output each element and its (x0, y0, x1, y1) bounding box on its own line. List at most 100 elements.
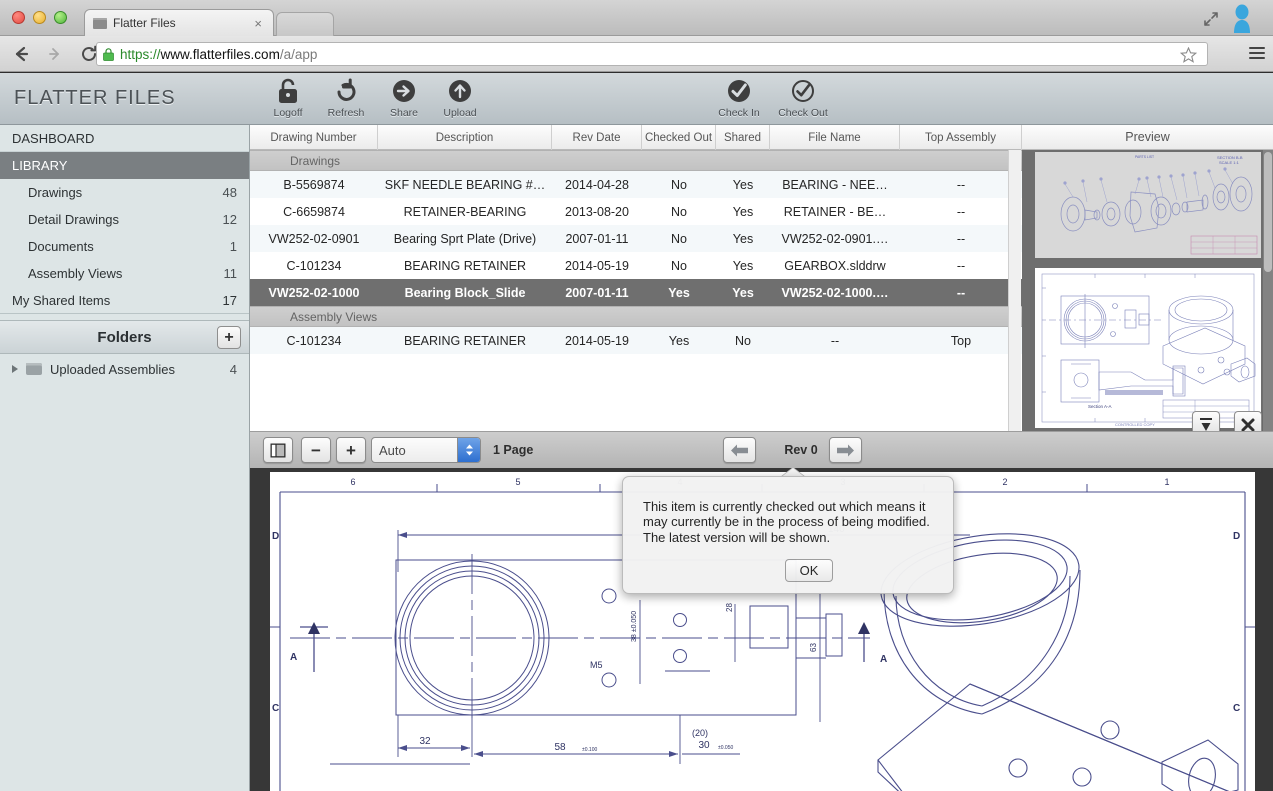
forward-arrow-icon[interactable] (42, 41, 68, 67)
cell-shared: No (735, 333, 751, 348)
sidebar-item-dashboard[interactable]: DASHBOARD (0, 125, 249, 152)
table-group-header: Drawings (250, 150, 1022, 171)
zoom-level-value: Auto (379, 442, 406, 458)
column-header-file-name[interactable]: File Name (770, 125, 900, 150)
window-close-button[interactable] (12, 11, 25, 24)
preview-thumbnail-1[interactable]: SECTION B-B SCALE 1:1 PARTS LIST (1035, 152, 1261, 258)
toolbar-checkout-label: Check Out (778, 107, 828, 119)
cell-shared: Yes (732, 258, 754, 273)
sidebar-item-documents[interactable]: Documents 1 (0, 233, 249, 260)
sidebar-toggle-icon (270, 443, 286, 457)
cell-shared: Yes (732, 204, 754, 219)
tab-title: Flatter Files (113, 16, 176, 30)
preview-panel: Preview SECTION B-B SCALE 1:1 PARTS LIST… (1022, 125, 1273, 431)
cell-top-assembly: -- (956, 258, 966, 273)
section-label: A (290, 652, 297, 663)
sidebar-item-count: 48 (222, 185, 237, 200)
table-vertical-scrollbar[interactable] (1008, 150, 1021, 431)
padlock-icon (257, 77, 319, 105)
section-label: A (880, 654, 887, 665)
dimension-label: 63 (809, 643, 818, 652)
checked-out-dialog: This item is currently checked out which… (622, 476, 954, 594)
sidebar-item-drawings[interactable]: Drawings 48 (0, 179, 249, 206)
cell-top-assembly: -- (956, 204, 966, 219)
sidebar-item-label: DASHBOARD (12, 130, 95, 146)
browser-tab[interactable]: Flatter Files × (84, 9, 274, 36)
table-row[interactable]: C-101234 BEARING RETAINER 2014-05-19 No … (250, 252, 1022, 279)
column-header-checked-out[interactable]: Checked Out (642, 125, 716, 150)
new-tab-button[interactable] (276, 12, 334, 36)
toolbar-logoff-button[interactable]: Logoff (257, 77, 319, 119)
zoom-level-select[interactable]: Auto (371, 437, 481, 463)
column-header-rev-date[interactable]: Rev Date (552, 125, 642, 150)
star-icon[interactable] (1179, 46, 1198, 66)
stepper-arrows-icon[interactable] (457, 438, 480, 462)
cell-rev-date: 2007-01-11 (565, 285, 629, 300)
column-header-drawing-number[interactable]: Drawing Number (250, 125, 378, 150)
sidebar-item-library[interactable]: LIBRARY (0, 152, 249, 179)
preview-scrollbar[interactable] (1263, 150, 1273, 431)
table-row[interactable]: C-101234 BEARING RETAINER 2014-05-19 Yes… (250, 327, 1022, 354)
cell-file-name: -- (830, 333, 840, 348)
cell-checked-out: No (671, 204, 687, 219)
window-minimize-button[interactable] (33, 11, 46, 24)
next-revision-button[interactable] (829, 437, 862, 463)
cell-checked-out: Yes (668, 285, 690, 300)
toolbar-refresh-label: Refresh (327, 107, 365, 119)
svg-text:CONTROLLED COPY: CONTROLLED COPY (1115, 422, 1155, 427)
cell-top-assembly: -- (956, 285, 966, 300)
table-row[interactable]: C-6659874 RETAINER-BEARING 2013-08-20 No… (250, 198, 1022, 225)
toolbar-checkin-button[interactable]: Check In (708, 77, 770, 119)
previous-revision-button[interactable] (723, 437, 756, 463)
user-avatar-icon[interactable] (1229, 3, 1255, 33)
column-header-description[interactable]: Description (378, 125, 552, 150)
cell-checked-out: No (671, 258, 687, 273)
url-input[interactable]: https://www.flatterfiles.com/a/app (96, 42, 1208, 66)
toolbar-checkout-button[interactable]: Check Out (772, 77, 834, 119)
table-row[interactable]: VW252-02-0901 Bearing Sprt Plate (Drive)… (250, 225, 1022, 252)
revision-label: Rev 0 (784, 443, 818, 457)
preview-thumbnail-2[interactable]: CONTROLLED COPY Section A-A (1035, 268, 1261, 428)
table-row[interactable]: B-5569874 SKF NEEDLE BEARING #… 2014-04-… (250, 171, 1022, 198)
add-folder-button[interactable]: + (217, 326, 241, 349)
sidebar-item-assembly-views[interactable]: Assembly Views 11 (0, 260, 249, 287)
sidebar-item-detail-drawings[interactable]: Detail Drawings 12 (0, 206, 249, 233)
hamburger-menu-icon[interactable] (1249, 47, 1265, 62)
folder-icon (26, 363, 42, 375)
upload-arrow-icon (429, 77, 491, 105)
cell-file-name: GEARBOX.slddrw (784, 258, 886, 273)
toolbar-share-button[interactable]: Share (373, 77, 435, 119)
chevron-right-icon[interactable] (12, 365, 18, 373)
window-maximize-button[interactable] (54, 11, 67, 24)
column-header-shared[interactable]: Shared (716, 125, 770, 150)
cell-checked-out: No (671, 177, 687, 192)
viewer-toolbar: − + Auto 1 Page Rev 0 (250, 431, 1273, 468)
column-header-top-assembly[interactable]: Top Assembly (900, 125, 1022, 150)
lock-icon (103, 47, 114, 61)
tolerance-label: ±0.100 (582, 747, 597, 753)
cell-drawing-number: B-5569874 (283, 177, 345, 192)
toolbar-upload-button[interactable]: Upload (429, 77, 491, 119)
cell-description: Bearing Block_Slide (404, 285, 526, 300)
dimension-label: 28 (725, 603, 734, 612)
table-row-selected[interactable]: VW252-02-1000 Bearing Block_Slide 2007-0… (250, 279, 1022, 306)
back-arrow-icon[interactable] (8, 41, 34, 67)
toolbar-refresh-button[interactable]: Refresh (315, 77, 377, 119)
tab-close-icon[interactable]: × (251, 16, 265, 31)
zoom-out-button[interactable]: − (301, 437, 331, 463)
zoom-in-button[interactable]: + (336, 437, 366, 463)
sidebar-item-my-shared-items[interactable]: My Shared Items 17 (0, 287, 249, 314)
folder-item-uploaded-assemblies[interactable]: Uploaded Assemblies 4 (0, 356, 249, 382)
sidebar-toggle-button[interactable] (263, 437, 293, 463)
sidebar-item-label: My Shared Items (12, 292, 111, 308)
grid-label: 2 (1002, 477, 1007, 487)
cell-rev-date: 2014-05-19 (565, 333, 629, 348)
dimension-label: 32 (419, 736, 431, 747)
table-header-row: Drawing Number Description Rev Date Chec… (250, 125, 1022, 150)
expand-icon[interactable] (1201, 9, 1221, 29)
cell-description: SKF NEEDLE BEARING #… (384, 177, 546, 192)
drawings-table: Drawing Number Description Rev Date Chec… (250, 125, 1022, 431)
dialog-ok-button[interactable]: OK (785, 559, 833, 582)
sidebar-item-label: LIBRARY (12, 158, 68, 173)
toolbar-share-label: Share (389, 107, 419, 119)
